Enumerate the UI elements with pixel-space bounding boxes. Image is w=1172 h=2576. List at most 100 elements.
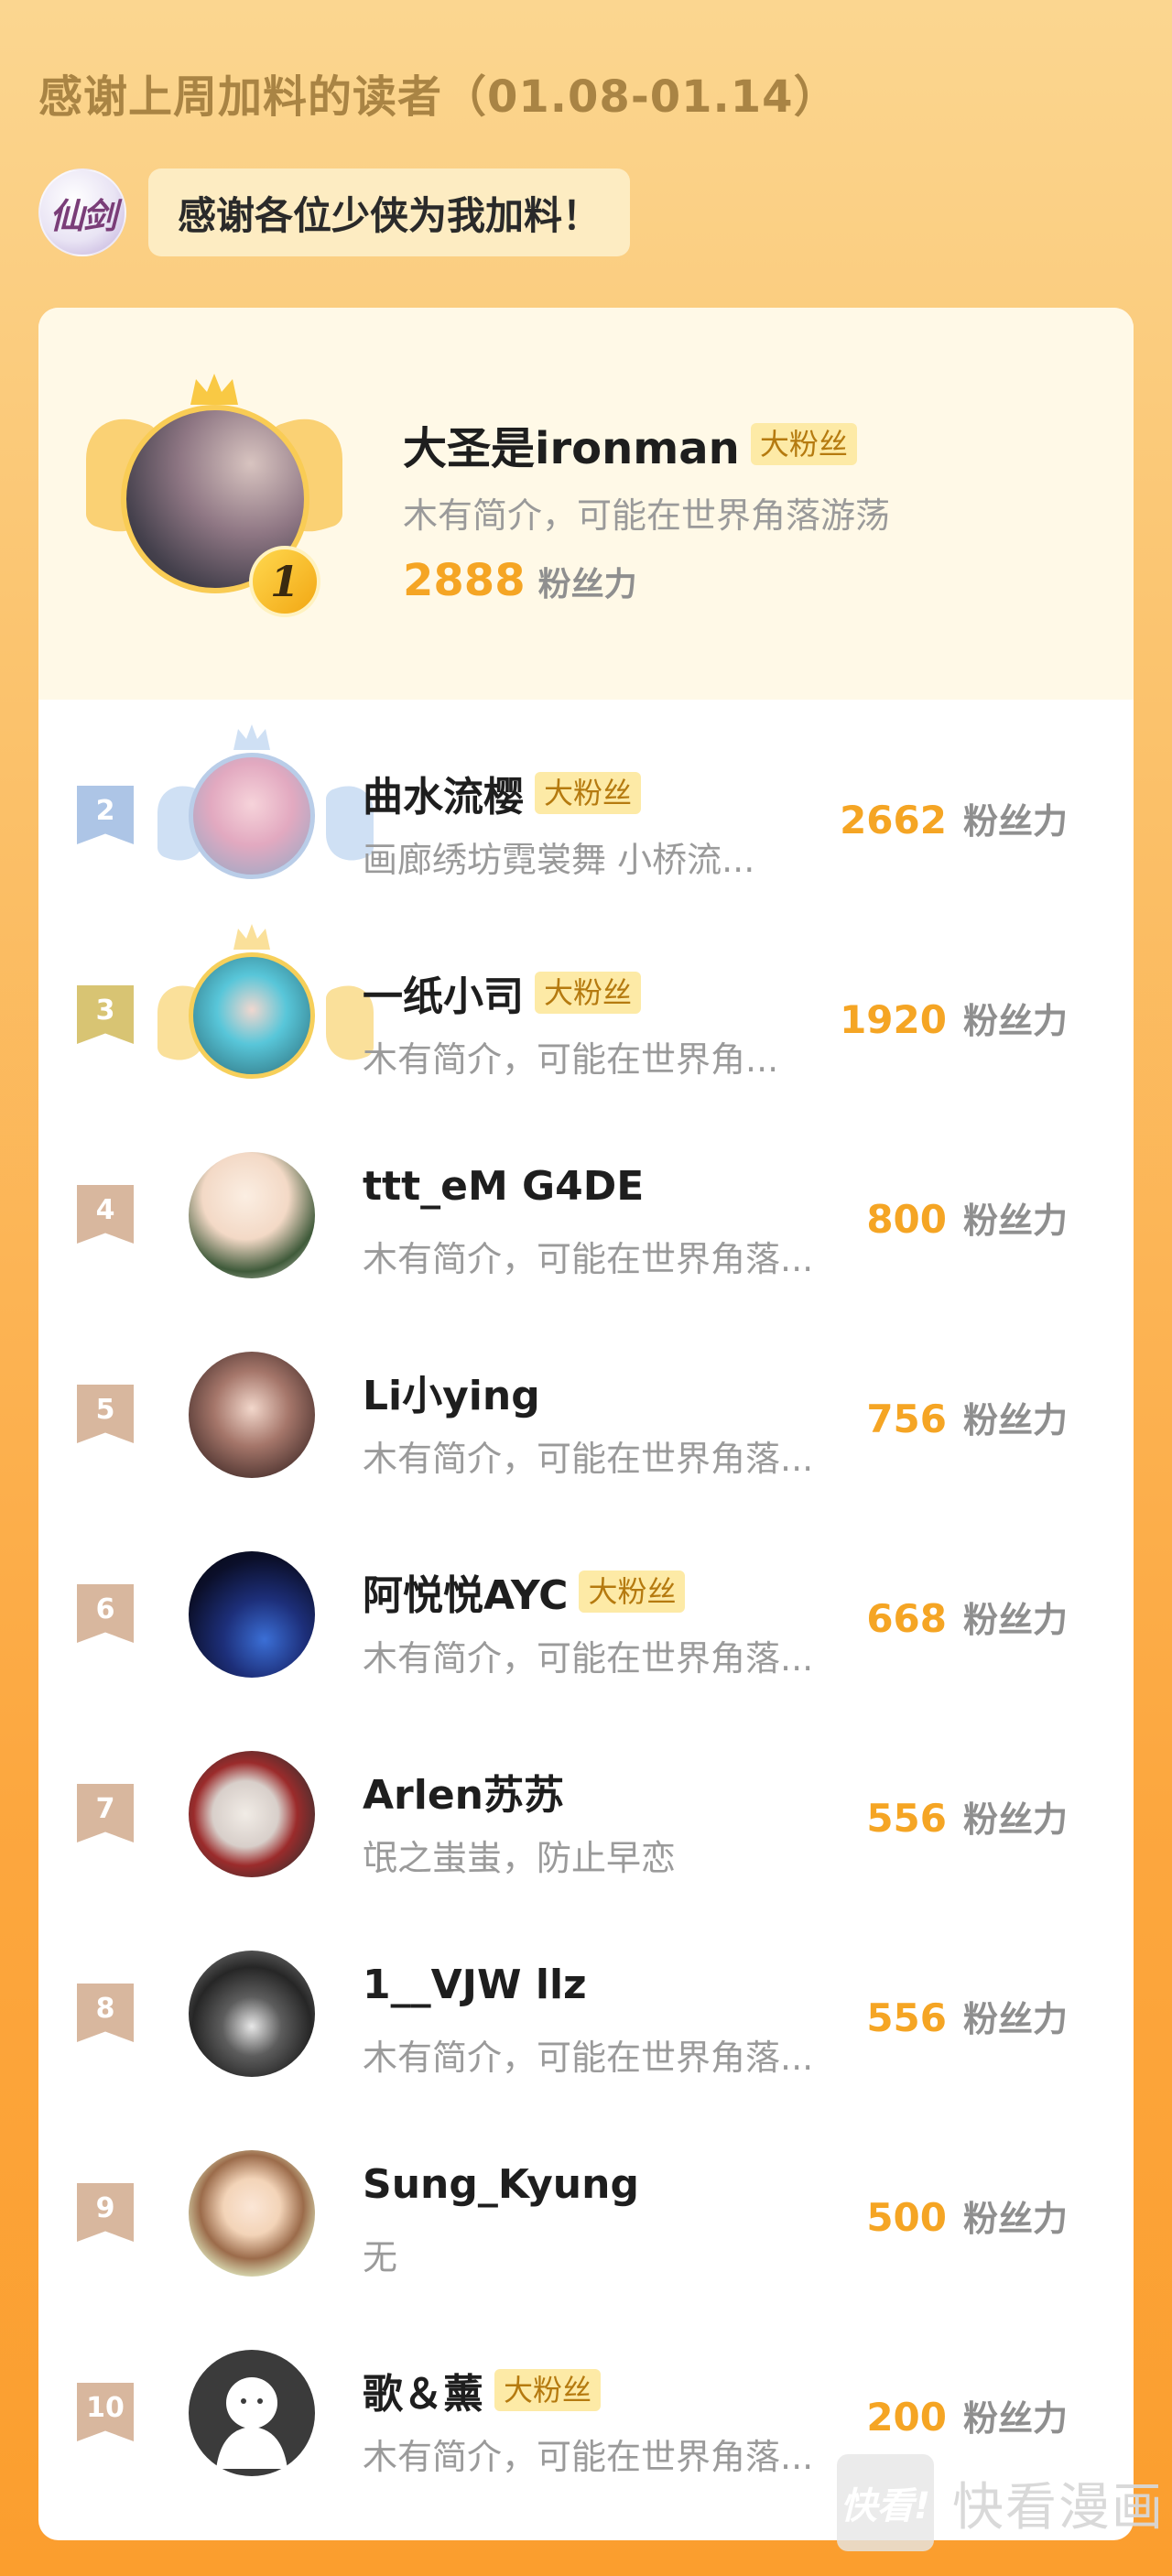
- rank-badge: 9: [77, 2183, 134, 2242]
- list-item[interactable]: 6 阿悦悦AYC 大粉丝 木有简介，可能在世界角落... 668 粉丝力: [38, 1513, 1134, 1712]
- reader-name-row: Sung_Kyung: [363, 2161, 639, 2208]
- fan-tag: 大粉丝: [535, 972, 642, 1014]
- reader-name[interactable]: 曲水流樱: [363, 764, 524, 822]
- reader-bio: 木有简介，可能在世界角落...: [363, 1638, 814, 1679]
- list-item[interactable]: 9 Sung_Kyung 无 500 粉丝力: [38, 2112, 1134, 2311]
- score-value: 500: [866, 2195, 947, 2240]
- rank-badge: 4: [77, 1185, 134, 1244]
- score-value: 800: [866, 1197, 947, 1242]
- watermark-logo-icon: 快看!: [837, 2454, 934, 2551]
- reader-bio: 木有简介，可能在世界角落...: [363, 1239, 814, 1279]
- avatar[interactable]: [189, 1551, 315, 1678]
- reader-bio: 木有简介，可能在世界角落...: [363, 1439, 814, 1479]
- list-item[interactable]: 5 Li小ying 木有简介，可能在世界角落... 756 粉丝力: [38, 1313, 1134, 1513]
- top-reader-avatar-frame: 1: [86, 372, 342, 617]
- reader-bio: 氓之蚩蚩，防止早恋: [363, 1838, 677, 1878]
- author-avatar[interactable]: 仙剑: [38, 168, 126, 256]
- list-item[interactable]: 8 1__VJW llz 木有简介，可能在世界角落... 556 粉丝力: [38, 1912, 1134, 2112]
- reader-name[interactable]: 一纸小司: [363, 963, 524, 1022]
- score-value: 200: [866, 2395, 947, 2440]
- reader-score: 200 粉丝力: [866, 2390, 1068, 2440]
- score-value: 556: [866, 1796, 947, 1841]
- greeting-row: 仙剑 感谢各位少侠为我加料！: [38, 167, 631, 258]
- avatar[interactable]: [189, 1352, 315, 1478]
- list-item[interactable]: 3 一纸小司 大粉丝 木有简介，可能在世界角... 1920 粉丝力: [38, 914, 1134, 1114]
- fan-tag: 大粉丝: [579, 1571, 686, 1613]
- reader-score: 668 粉丝力: [866, 1592, 1068, 1642]
- reader-name[interactable]: Li小ying: [363, 1363, 540, 1421]
- reader-score: 756 粉丝力: [866, 1392, 1068, 1442]
- reader-name-row: 曲水流樱 大粉丝: [363, 764, 642, 822]
- reader-name-row: Arlen苏苏: [363, 1762, 564, 1821]
- page-title: 感谢上周加料的读者（01.08-01.14）: [38, 71, 839, 123]
- score-unit: 粉丝力: [962, 801, 1068, 842]
- score-value: 2662: [840, 798, 947, 842]
- reader-score: 500 粉丝力: [866, 2190, 1068, 2241]
- top-reader-name-row: 大圣是ironman 大粉丝: [403, 412, 857, 476]
- score-unit: 粉丝力: [537, 566, 637, 603]
- rank-badge: 6: [77, 1584, 134, 1643]
- reader-name[interactable]: 歌＆薰: [363, 2361, 483, 2419]
- score-unit: 粉丝力: [962, 2398, 1068, 2439]
- avatar[interactable]: [189, 753, 315, 879]
- score-unit: 粉丝力: [962, 1001, 1068, 1041]
- reader-name-row: 1__VJW llz: [363, 1962, 587, 2008]
- reader-name[interactable]: 阿悦悦AYC: [363, 1562, 568, 1621]
- reader-score: 2662 粉丝力: [840, 793, 1068, 843]
- avatar[interactable]: [189, 2350, 315, 2476]
- score-unit: 粉丝力: [962, 1400, 1068, 1440]
- top-reader-card[interactable]: 1 大圣是ironman 大粉丝 木有简介，可能在世界角落游荡 2888 粉丝力: [38, 308, 1134, 700]
- score-unit: 粉丝力: [962, 2199, 1068, 2239]
- list-item[interactable]: 2 曲水流樱 大粉丝 画廊绣坊霓裳舞 小桥流... 2662 粉丝力: [38, 714, 1134, 914]
- crown-icon: [190, 374, 238, 405]
- avatar[interactable]: [189, 1152, 315, 1278]
- rank-badge: 7: [77, 1784, 134, 1842]
- reader-name-row: ttt_eM G4DE: [363, 1163, 644, 1210]
- score-value: 1920: [840, 997, 947, 1042]
- reader-name-row: 一纸小司 大粉丝: [363, 963, 642, 1022]
- reader-name-row: Li小ying: [363, 1363, 540, 1421]
- reader-bio: 木有简介，可能在世界角...: [363, 1039, 779, 1080]
- reader-name[interactable]: Sung_Kyung: [363, 2161, 639, 2208]
- reader-name[interactable]: ttt_eM G4DE: [363, 1163, 644, 1210]
- fan-tag: 大粉丝: [494, 2369, 602, 2411]
- list-item[interactable]: 7 Arlen苏苏 氓之蚩蚩，防止早恋 556 粉丝力: [38, 1712, 1134, 1912]
- reader-score: 556 粉丝力: [866, 1791, 1068, 1842]
- top-reader-name[interactable]: 大圣是ironman: [403, 412, 740, 476]
- watermark: 快看! 快看漫画: [837, 2454, 1165, 2551]
- rank-1-badge: 1: [249, 546, 320, 617]
- avatar[interactable]: [189, 1751, 315, 1877]
- crown-icon: [233, 924, 270, 950]
- reader-name[interactable]: 1__VJW llz: [363, 1962, 587, 2008]
- reader-bio: 木有简介，可能在世界角落...: [363, 2038, 814, 2078]
- reader-score: 1920 粉丝力: [840, 993, 1068, 1043]
- reader-name[interactable]: Arlen苏苏: [363, 1762, 564, 1821]
- score-unit: 粉丝力: [962, 1799, 1068, 1840]
- reader-score: 556 粉丝力: [866, 1991, 1068, 2041]
- leaderboard-card: 1 大圣是ironman 大粉丝 木有简介，可能在世界角落游荡 2888 粉丝力…: [38, 308, 1134, 2540]
- rank-badge: 10: [77, 2383, 134, 2441]
- score-value: 556: [866, 1995, 947, 2040]
- top-reader-score: 2888 粉丝力: [403, 555, 637, 606]
- avatar[interactable]: [189, 952, 315, 1079]
- list-item[interactable]: 4 ttt_eM G4DE 木有简介，可能在世界角落... 800 粉丝力: [38, 1114, 1134, 1313]
- rank-badge: 2: [77, 786, 134, 844]
- score-value: 756: [866, 1397, 947, 1441]
- rank-badge: 3: [77, 985, 134, 1044]
- default-avatar-icon: [216, 2377, 288, 2469]
- reader-name-row: 阿悦悦AYC 大粉丝: [363, 1562, 686, 1621]
- score-unit: 粉丝力: [962, 1600, 1068, 1640]
- score-value: 2888: [403, 555, 526, 606]
- avatar[interactable]: [189, 1951, 315, 2077]
- score-value: 668: [866, 1596, 947, 1641]
- rank-badge: 5: [77, 1385, 134, 1443]
- avatar[interactable]: [189, 2150, 315, 2277]
- reader-score: 800 粉丝力: [866, 1192, 1068, 1243]
- reader-bio: 画廊绣坊霓裳舞 小桥流...: [363, 840, 755, 880]
- reader-bio: 木有简介，可能在世界角落...: [363, 2437, 814, 2477]
- score-unit: 粉丝力: [962, 1201, 1068, 1241]
- watermark-text: 快看漫画: [952, 2477, 1165, 2538]
- reader-name-row: 歌＆薰 大粉丝: [363, 2361, 602, 2419]
- crown-icon: [233, 724, 270, 750]
- fan-tag: 大粉丝: [535, 772, 642, 814]
